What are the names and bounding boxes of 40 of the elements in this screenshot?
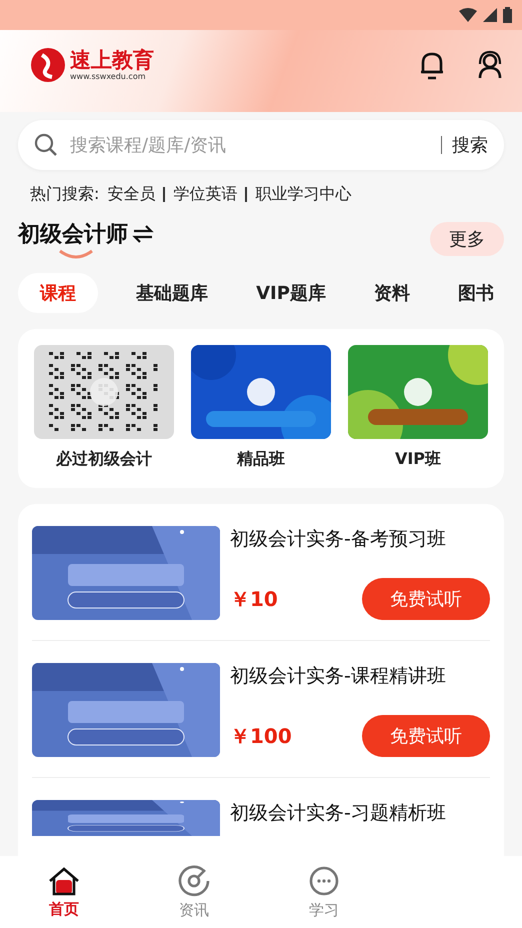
signal-icon: [483, 8, 497, 22]
more-button[interactable]: 更多: [430, 222, 504, 256]
tab[interactable]: VIP题库: [246, 273, 336, 313]
search-field[interactable]: 搜索课程/题库/资讯 搜索: [18, 120, 504, 170]
logo-name: 速上教育: [70, 48, 154, 72]
course-title[interactable]: 精品班: [237, 449, 285, 470]
nav-item[interactable]: 首页: [16, 856, 112, 928]
user-icon[interactable]: [476, 50, 504, 80]
chat-icon: [308, 864, 340, 896]
tab[interactable]: 基础题库: [126, 273, 218, 313]
course-price: ￥10: [230, 586, 278, 612]
home-icon: [48, 866, 80, 896]
hot-search-label: 热门搜索:: [30, 184, 100, 205]
course-title[interactable]: VIP班: [394, 449, 442, 470]
course-title[interactable]: 初级会计实务-备考预习班: [230, 526, 490, 552]
course-title[interactable]: 初级会计实务-课程精讲班: [230, 663, 490, 689]
tab[interactable]: 图书: [448, 273, 504, 313]
course-title[interactable]: 必过初级会计: [56, 449, 152, 470]
search-button[interactable]: 搜索: [452, 133, 488, 157]
nav-item[interactable]: 学习: [276, 856, 372, 928]
battery-icon: [503, 7, 512, 23]
wifi-icon: [459, 8, 477, 22]
switch-icon[interactable]: [132, 224, 154, 244]
logo-url: www.sswxedu.com: [70, 72, 147, 82]
hot-search-link[interactable]: 职业学习中心: [255, 184, 352, 205]
underline-mark: [58, 249, 94, 259]
hot-search-link[interactable]: 学位英语: [173, 184, 238, 205]
free-trial-button[interactable]: 免费试听: [362, 715, 490, 757]
free-trial-button[interactable]: 免费试听: [362, 578, 490, 620]
course-price: ￥100: [230, 722, 292, 750]
course-title[interactable]: 初级会计实务-习题精析班: [230, 800, 490, 826]
tab[interactable]: 资料: [364, 273, 420, 313]
search-icon: [34, 133, 58, 157]
compass-icon: [178, 864, 210, 896]
logo-icon: [30, 47, 66, 83]
hot-search-link[interactable]: 安全员: [107, 184, 156, 205]
section-title[interactable]: 初级会计师: [18, 219, 128, 249]
nav-item[interactable]: 资讯: [146, 856, 242, 928]
bell-icon[interactable]: [418, 50, 446, 80]
tab[interactable]: 课程: [18, 273, 98, 313]
